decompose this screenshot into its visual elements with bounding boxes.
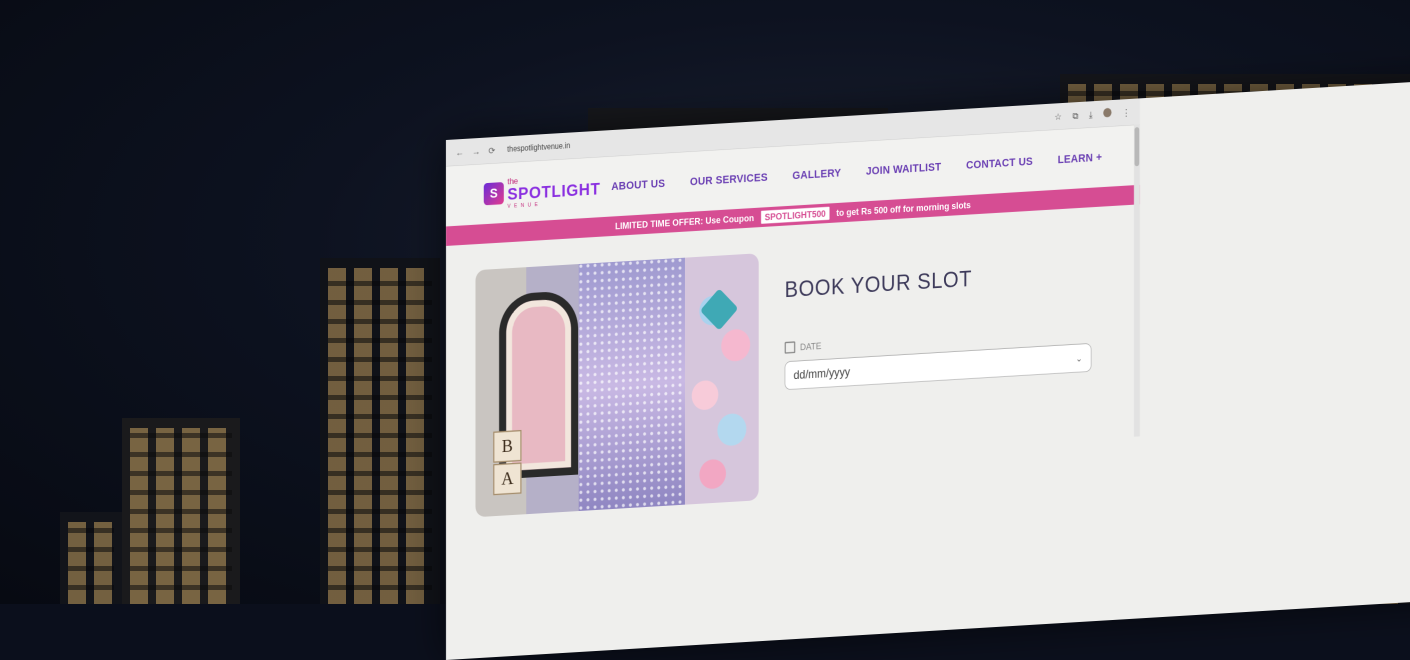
scrollbar-thumb[interactable] <box>1134 127 1140 167</box>
site-logo[interactable]: S the SPOTLIGHT VENUE <box>483 171 600 210</box>
letter-block-b: B <box>493 429 522 463</box>
profile-avatar[interactable] <box>1103 107 1112 118</box>
booking-panel: BOOK YOUR SLOT DATE dd/mm/yyyy ⌄ <box>784 232 1111 499</box>
address-bar[interactable]: thespotlightvenue.in <box>507 141 570 154</box>
coupon-code-badge: SPOTLIGHT500 <box>759 205 831 226</box>
chevron-down-icon: ⌄ <box>1075 352 1083 364</box>
menu-dots-icon[interactable]: ⋮ <box>1122 106 1130 118</box>
back-arrow-icon[interactable]: ← <box>455 147 463 158</box>
logo-mark-icon: S <box>483 182 504 206</box>
date-placeholder: dd/mm/yyyy <box>793 365 851 382</box>
sequin-wall <box>578 257 685 511</box>
download-icon[interactable]: ⤓ <box>1089 109 1093 120</box>
nav-learn[interactable]: LEARN + <box>1058 151 1102 167</box>
extension-icon[interactable]: ⧉ <box>1072 110 1078 121</box>
background-building <box>320 258 440 604</box>
venue-photo: B A <box>475 253 759 518</box>
logo-text: the SPOTLIGHT VENUE <box>507 171 600 209</box>
nav-gallery[interactable]: GALLERY <box>792 166 841 182</box>
forward-arrow-icon[interactable]: → <box>472 146 480 157</box>
star-icon[interactable]: ☆ <box>1054 111 1061 122</box>
date-label-text: DATE <box>800 340 822 353</box>
calendar-icon <box>784 341 796 354</box>
background-building <box>122 418 240 604</box>
main-nav: ABOUT US OUR SERVICES GALLERY JOIN WAITL… <box>611 151 1102 193</box>
reload-icon[interactable]: ⟳ <box>488 145 495 156</box>
website-screenshot: ← → ⟳ thespotlightvenue.in ☆ ⧉ ⤓ ⋮ S the… <box>446 98 1140 518</box>
nav-about-us[interactable]: ABOUT US <box>611 177 665 193</box>
page-scrollbar[interactable] <box>1133 124 1140 437</box>
browser-actions: ☆ ⧉ ⤓ ⋮ <box>1054 106 1130 122</box>
nav-join-waitlist[interactable]: JOIN WAITLIST <box>866 160 941 178</box>
main-content: B A BOOK YOUR SLOT DATE dd/mm/yyyy ⌄ <box>446 204 1140 545</box>
letter-block-a: A <box>493 462 522 496</box>
booking-title: BOOK YOUR SLOT <box>784 266 973 303</box>
billboard-screen: ← → ⟳ thespotlightvenue.in ☆ ⧉ ⤓ ⋮ S the… <box>446 69 1410 660</box>
background-building <box>60 512 122 604</box>
nav-our-services[interactable]: OUR SERVICES <box>690 171 768 189</box>
nav-contact-us[interactable]: CONTACT US <box>966 155 1033 172</box>
